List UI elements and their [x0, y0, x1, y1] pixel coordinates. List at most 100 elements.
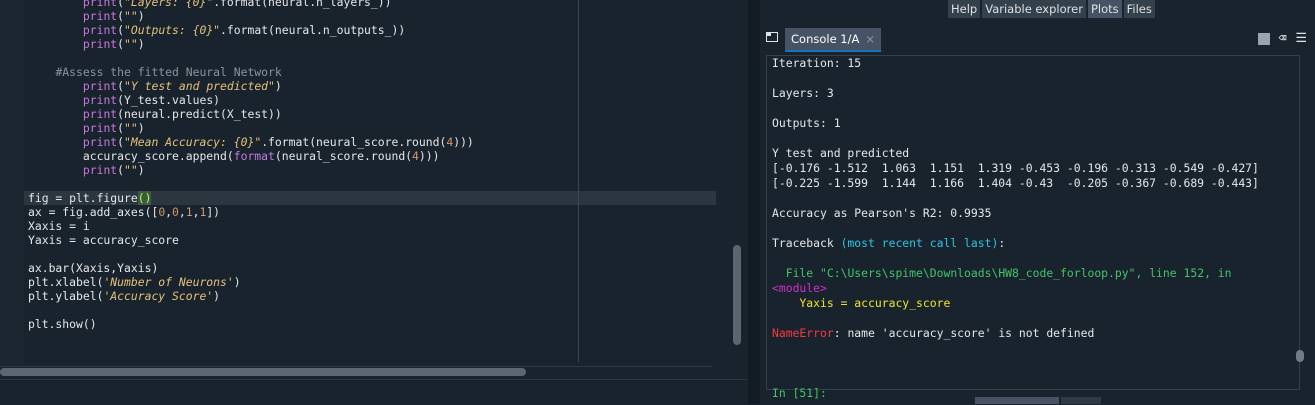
tab-console-1a[interactable]: Console 1/A ×: [785, 28, 882, 52]
text-segment: 4: [412, 149, 419, 163]
text-segment: print: [82, 0, 118, 9]
text-segment: ): [233, 275, 241, 289]
text-segment: , in: [1204, 266, 1232, 280]
console-line: Layers: 3: [772, 86, 1259, 101]
text-segment: print: [82, 163, 118, 177]
text-segment: 'Accuracy Score': [103, 289, 214, 303]
text-segment: [28, 9, 83, 23]
text-segment: (: [117, 135, 125, 149]
console-line: Y test and predicted: [772, 146, 1259, 161]
text-segment: .format(neural_score.round(: [261, 135, 447, 149]
text-segment: Layers: 3: [772, 86, 834, 100]
text-segment: [28, 65, 55, 79]
pane-splitter[interactable]: [748, 0, 760, 404]
text-segment: (: [117, 163, 125, 177]
text-segment: Yaxis = accuracy_score: [28, 233, 179, 247]
text-segment: [772, 266, 786, 280]
text-segment: #Assess the fitted Neural Network: [55, 65, 282, 79]
code-line: print("Outputs: {0}".format(neural.n_out…: [28, 23, 474, 37]
close-icon[interactable]: ×: [865, 32, 875, 46]
text-segment: "Outputs: {0}": [124, 23, 221, 37]
text-segment: (: [117, 23, 125, 37]
text-segment: (neural.predict(X_test)): [117, 107, 282, 121]
text-segment: 'Number of Neurons': [103, 275, 234, 289]
text-segment: fig = plt.figure: [28, 191, 138, 205]
text-segment: 0: [172, 205, 179, 219]
text-segment: ))): [453, 135, 474, 149]
console-scroll-thumb[interactable]: [1296, 350, 1304, 362]
text-segment: "": [124, 37, 138, 51]
code-line: #Assess the fitted Neural Network: [28, 65, 474, 79]
text-segment: "": [124, 121, 138, 135]
text-segment: ax.bar(Xaxis,Yaxis): [28, 261, 159, 275]
console-tab-label: Console 1/A: [791, 32, 860, 46]
text-segment: (: [117, 9, 125, 23]
code-line: print(""): [28, 37, 474, 51]
text-segment: ,: [178, 205, 186, 219]
text-segment: 1: [185, 205, 193, 219]
text-segment: [28, 79, 83, 93]
text-segment: (: [117, 37, 125, 51]
text-segment: [28, 23, 83, 37]
text-segment: ): [274, 79, 282, 93]
text-segment: "": [124, 9, 138, 23]
stop-icon[interactable]: [1257, 33, 1270, 45]
editor-bottom-toolbar: [0, 379, 748, 405]
text-segment: print: [82, 9, 118, 23]
tab-files[interactable]: Files: [1123, 0, 1155, 18]
text-segment: (): [137, 191, 152, 205]
text-segment: accuracy_score.append(: [28, 149, 234, 163]
tab-variable-explorer[interactable]: Variable explorer: [982, 0, 1086, 18]
text-segment: [28, 107, 83, 121]
text-segment: format: [233, 149, 275, 163]
code-editor[interactable]: print("Layers: {0}".format(neural.n_laye…: [0, 0, 748, 405]
menu-icon[interactable]: ☰: [1295, 32, 1307, 46]
code-line: fig = plt.figure(): [28, 191, 474, 205]
edge-line-marker: [578, 0, 579, 362]
bottom-tab-active[interactable]: [975, 397, 1059, 404]
text-segment: print: [82, 135, 118, 149]
text-segment: "": [124, 163, 138, 177]
code-line: ax.bar(Xaxis,Yaxis): [28, 261, 474, 275]
text-segment: , line: [1135, 266, 1184, 280]
text-segment: ): [137, 121, 145, 135]
console-options-icon[interactable]: [766, 32, 778, 42]
text-segment: (: [117, 121, 125, 135]
console-text[interactable]: Iteration: 15 Layers: 3 Outputs: 1 Y test a…: [772, 56, 1259, 401]
code-line: print(""): [28, 121, 474, 135]
bottom-tab[interactable]: [1061, 397, 1101, 404]
console-toolbar: ⌫ ☰: [1257, 32, 1307, 46]
console-line: NameError: name 'accuracy_score' is not …: [772, 326, 1259, 341]
tab-plots[interactable]: Plots: [1087, 0, 1122, 18]
console-line: Accuracy as Pearson's R2: 0.9935: [772, 206, 1259, 221]
text-segment: Y test and predicted: [772, 146, 910, 160]
text-segment: ax = fig.add_axes([: [28, 205, 159, 219]
text-segment: ))): [418, 149, 440, 163]
text-segment: .format(neural.n_layers_)): [213, 0, 392, 9]
text-segment: Accuracy as Pearson's R2: 0.9935: [772, 206, 992, 220]
editor-vertical-scroll-thumb[interactable]: [733, 245, 741, 345]
editor-horizontal-scroll-thumb[interactable]: [0, 368, 526, 376]
text-segment: Traceback: [772, 236, 841, 250]
console-scrollbar[interactable]: [1296, 64, 1304, 370]
code-line: plt.ylabel('Accuracy Score'): [28, 289, 474, 303]
text-segment: plt.ylabel(: [28, 289, 104, 303]
code-line: print("Y test and predicted"): [28, 79, 474, 93]
code-line: print("Layers: {0}".format(neural.n_laye…: [28, 0, 474, 9]
code-line: Yaxis = accuracy_score: [28, 233, 474, 247]
text-segment: [28, 37, 83, 51]
tab-help[interactable]: Help: [948, 0, 981, 18]
text-segment: Yaxis = accuracy_score: [799, 296, 951, 310]
code-text[interactable]: print("Layers: {0}".format(neural.n_laye…: [28, 0, 474, 331]
eraser-icon[interactable]: ⌫: [1279, 32, 1287, 46]
console-line: [-0.176 -1.512 1.063 1.151 1.319 -0.453 …: [772, 161, 1259, 176]
